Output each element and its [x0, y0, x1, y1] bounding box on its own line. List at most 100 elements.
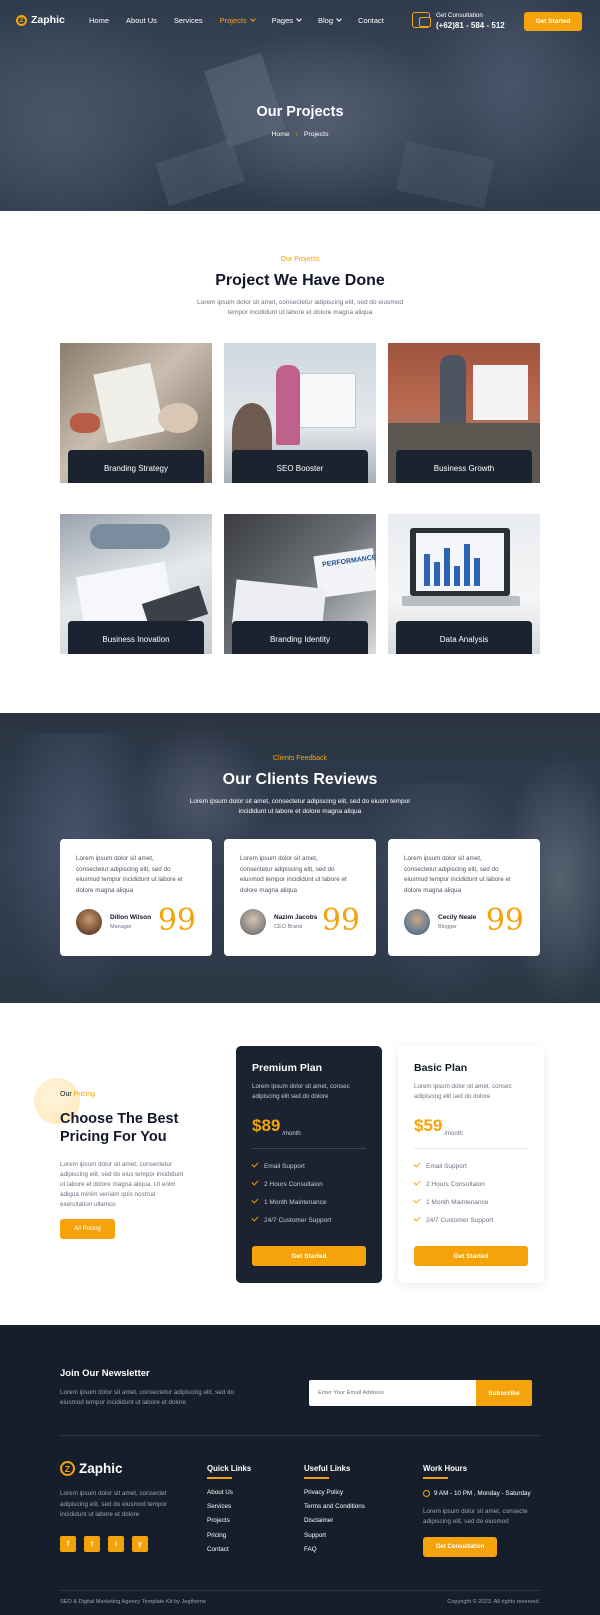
- project-label: SEO Booster: [232, 450, 368, 483]
- get-started-button[interactable]: Get Started: [414, 1246, 528, 1266]
- review-text: Lorem ipsum dolor sit amet, consectetur …: [76, 854, 196, 896]
- pricing-title-line: Choose The Best: [60, 1111, 179, 1127]
- subscribe-button[interactable]: Subscribe: [476, 1380, 532, 1406]
- facebook-icon[interactable]: f: [60, 1536, 76, 1552]
- check-icon: [251, 1178, 259, 1186]
- footer-link[interactable]: Disclaimer: [304, 1514, 365, 1528]
- nav-pages-label: Pages: [271, 16, 294, 25]
- project-card[interactable]: PERFORMANCE Branding Identity: [224, 514, 376, 654]
- footer-link[interactable]: About Us: [207, 1486, 233, 1500]
- title-underline: [304, 1477, 329, 1479]
- footer-link[interactable]: Support: [304, 1529, 365, 1543]
- reviewer: Cecily Neale Blogger: [404, 909, 476, 935]
- project-card[interactable]: Business Inovation: [60, 514, 212, 654]
- nav-projects-label: Projects: [219, 16, 247, 25]
- instagram-icon[interactable]: i: [108, 1536, 124, 1552]
- project-card[interactable]: Business Growth: [388, 343, 540, 483]
- consult-label: Get Consultation: [436, 12, 483, 19]
- useful-links-title: Useful Links: [304, 1464, 351, 1473]
- price-period: /month: [444, 1131, 463, 1137]
- get-started-button[interactable]: Get Started: [252, 1246, 366, 1266]
- logo[interactable]: Z Zaphic: [16, 14, 65, 26]
- youtube-icon[interactable]: y: [132, 1536, 148, 1552]
- projects-kicker: Our Projects: [280, 256, 320, 263]
- feature-item: 24/7 Customer Support: [251, 1211, 366, 1229]
- newsletter-text: Lorem ipsum dolor sit amet, consectetur …: [60, 1388, 234, 1408]
- feature-label: 24/7 Customer Support: [264, 1216, 332, 1224]
- plan-description-line: Lorem ipsum dolor sit amet, consec: [414, 1083, 512, 1090]
- footer-logo[interactable]: Z Zaphic: [60, 1461, 123, 1476]
- project-card[interactable]: Branding Strategy: [60, 343, 212, 483]
- check-icon: [413, 1178, 421, 1186]
- project-label: Business Growth: [396, 450, 532, 483]
- plan-description: Lorem ipsum dolor sit amet, consec adipi…: [252, 1082, 366, 1102]
- projects-lead: Lorem ipsum dolor sit amet, consectetur …: [0, 298, 600, 318]
- footer-about-line: incididunt ut labore et dolore: [60, 1511, 140, 1518]
- footer-link[interactable]: Projects: [207, 1514, 233, 1528]
- footer-about: Lorem ipsum dolor sit amet, consectet ad…: [60, 1489, 167, 1521]
- breadcrumb-home[interactable]: Home: [272, 131, 290, 138]
- work-hours: 9 AM - 10 PM , Monday - Saturday: [423, 1490, 531, 1497]
- pricing-kicker-a: Our: [60, 1091, 72, 1098]
- title-underline: [207, 1477, 232, 1479]
- all-pricing-button[interactable]: All Pricing: [60, 1219, 115, 1239]
- page-title: Our Projects: [256, 104, 344, 120]
- pricing-card-basic: Basic Plan Lorem ipsum dolor sit amet, c…: [398, 1046, 544, 1283]
- review-text-line: consectetur adipiscing elit, sed do: [404, 865, 499, 873]
- newsletter-title: Join Our Newsletter: [60, 1368, 150, 1379]
- feature-label: 1 Month Maintenance: [264, 1198, 327, 1206]
- footer-link[interactable]: Services: [207, 1500, 233, 1514]
- pricing-text-line: ut labore et dolore magna aliqua. Ut eni…: [60, 1181, 176, 1188]
- review-text: Lorem ipsum dolor sit amet, consectetur …: [404, 854, 524, 896]
- check-icon: [251, 1196, 259, 1204]
- project-card[interactable]: SEO Booster: [224, 343, 376, 483]
- chevron-down-icon: [336, 16, 342, 22]
- reviews-kicker: Clients Feedback: [272, 755, 328, 762]
- feature-label: Email Support: [264, 1162, 305, 1170]
- nav-blog[interactable]: Blog: [318, 16, 342, 25]
- feature-item: 24/7 Customer Support: [413, 1211, 528, 1229]
- review-text-line: Lorem ipsum dolor sit amet,: [404, 855, 482, 862]
- feature-label: 1 Month Maintenance: [426, 1198, 489, 1206]
- review-text-line: dolore magna aliqua: [240, 886, 298, 894]
- reviewer-name: Cecily Neale: [438, 914, 477, 921]
- get-started-button[interactable]: Get Started: [524, 12, 582, 31]
- check-icon: [413, 1196, 421, 1204]
- reviewer-name: Dillon Wilson: [110, 914, 152, 921]
- chevron-down-icon: [296, 16, 302, 22]
- nav-projects[interactable]: Projects: [219, 16, 256, 25]
- pricing-title: Choose The Best Pricing For You: [60, 1110, 178, 1146]
- pricing-card-premium: Premium Plan Lorem ipsum dolor sit amet,…: [236, 1046, 382, 1283]
- nav-about[interactable]: About Us: [126, 16, 157, 25]
- project-label: Branding Identity: [232, 621, 368, 654]
- footer-link[interactable]: FAQ: [304, 1543, 365, 1557]
- chevron-right-icon: ›: [295, 131, 298, 138]
- footer-link[interactable]: Terms and Conditions: [304, 1500, 365, 1514]
- consultation-contact[interactable]: Get Consultation (+62)81 - 584 - 512: [412, 12, 505, 30]
- plan-description-line: adipiscing elit sed do dolore: [252, 1093, 329, 1100]
- nav-pages[interactable]: Pages: [271, 16, 302, 25]
- social-links: f t i y: [60, 1536, 148, 1552]
- project-label: Data Analysis: [396, 621, 532, 654]
- project-card[interactable]: Data Analysis: [388, 514, 540, 654]
- feature-label: 2 Hours Consultaion: [264, 1180, 323, 1188]
- plan-description-line: adipiscing elit sed do dolore: [414, 1093, 491, 1100]
- nav-home[interactable]: Home: [89, 16, 109, 25]
- footer-link[interactable]: Contact: [207, 1543, 233, 1557]
- nav-blog-label: Blog: [318, 16, 334, 25]
- twitter-icon[interactable]: t: [84, 1536, 100, 1552]
- nav-services[interactable]: Services: [174, 16, 203, 25]
- nav-contact[interactable]: Contact: [358, 16, 384, 25]
- plan-name: Premium Plan: [252, 1062, 323, 1074]
- check-icon: [413, 1160, 421, 1168]
- check-icon: [413, 1214, 421, 1222]
- pricing-text-line: adiqua minim veniam quis nostrud: [60, 1191, 156, 1198]
- email-input[interactable]: Enter Your Email Address: [309, 1380, 476, 1406]
- reviews-title: Our Clients Reviews: [222, 771, 378, 788]
- newsletter-text-line: Lorem ipsum dolor sit amet, consectetur …: [60, 1389, 234, 1396]
- get-consultation-button[interactable]: Get Consultation: [423, 1537, 497, 1557]
- footer-link[interactable]: Pricing: [207, 1529, 233, 1543]
- divider: [60, 1590, 540, 1591]
- footer-link[interactable]: Privacy Policy: [304, 1486, 365, 1500]
- review-text-line: dolore magna aliqua: [404, 886, 462, 894]
